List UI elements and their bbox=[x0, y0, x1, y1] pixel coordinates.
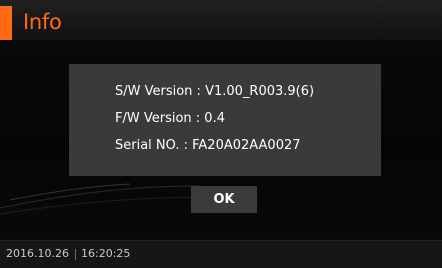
fw-version-text: F/W Version : 0.4 bbox=[115, 111, 225, 126]
header-bar: Info bbox=[0, 0, 442, 40]
page-title: Info bbox=[23, 10, 62, 34]
status-time: 16:20:25 bbox=[81, 247, 131, 260]
sw-version-text: S/W Version : V1.00_R003.9(6) bbox=[115, 84, 315, 99]
ok-button[interactable]: OK bbox=[191, 186, 257, 213]
info-dialog: S/W Version : V1.00_R003.9(6) F/W Versio… bbox=[69, 64, 381, 176]
info-screen: Info S/W Version : V1.00_R003.9(6) F/W V… bbox=[0, 0, 442, 268]
status-separator bbox=[75, 249, 76, 260]
serial-number-text: Serial NO. : FA20A02AA0027 bbox=[115, 138, 301, 153]
status-bar: 2016.10.26 16:20:25 bbox=[0, 240, 442, 268]
status-date: 2016.10.26 bbox=[6, 247, 69, 260]
header-accent-marker bbox=[0, 6, 12, 40]
